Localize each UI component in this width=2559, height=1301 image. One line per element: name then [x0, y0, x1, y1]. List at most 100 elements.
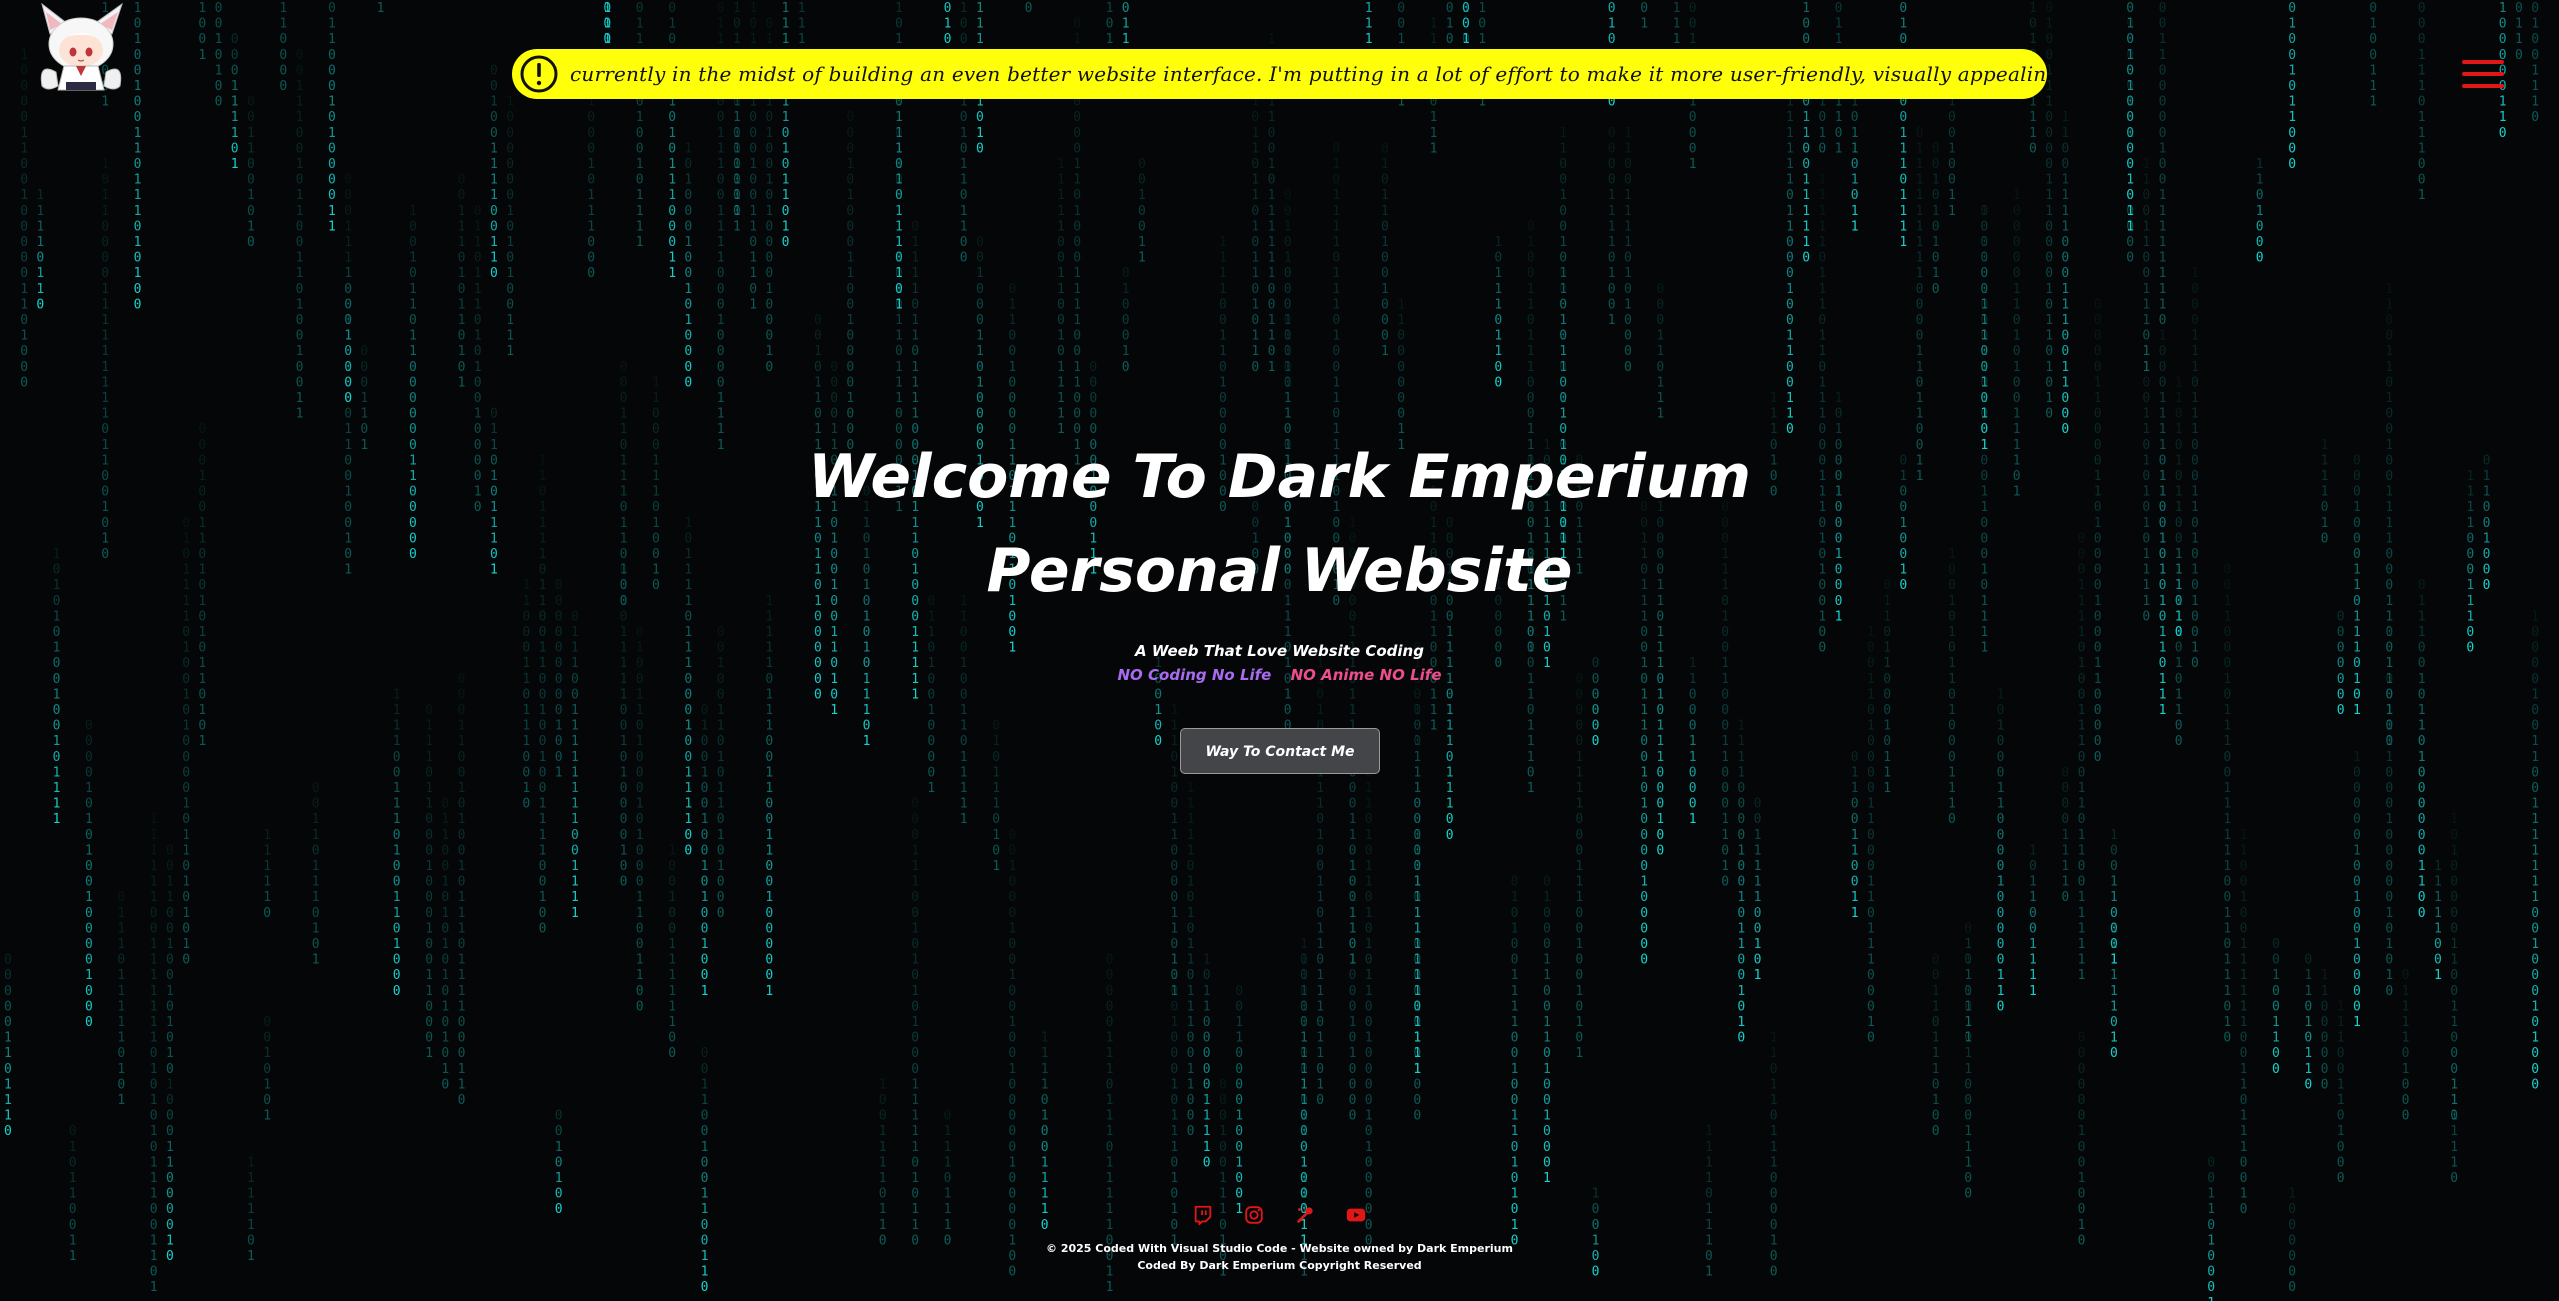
matrix-glyph: 0	[20, 110, 28, 125]
osu-icon[interactable]	[1294, 1204, 1316, 1226]
matrix-glyph: 1	[1365, 859, 1373, 874]
matrix-glyph: 0	[425, 765, 433, 780]
matrix-glyph: 0	[2142, 266, 2150, 281]
matrix-glyph: 1	[2418, 141, 2426, 156]
matrix-glyph: 1	[1187, 875, 1195, 890]
matrix-glyph: 1	[911, 687, 919, 702]
matrix-glyph: 0	[2223, 765, 2231, 780]
matrix-glyph: 0	[69, 1155, 77, 1170]
matrix-glyph: 0	[2078, 687, 2086, 702]
matrix-glyph: 1	[539, 828, 547, 843]
matrix-glyph: 1	[2126, 95, 2134, 110]
matrix-glyph: 0	[2061, 797, 2069, 812]
matrix-glyph: 0	[1462, 32, 1470, 47]
matrix-glyph: 0	[2078, 1140, 2086, 1155]
matrix-glyph: 1	[1721, 734, 1729, 749]
matrix-glyph: 0	[1575, 812, 1583, 827]
matrix-glyph: 0	[296, 173, 304, 188]
matrix-glyph: 0	[20, 157, 28, 172]
matrix-glyph: 0	[1365, 1124, 1373, 1139]
matrix-glyph: 0	[620, 703, 628, 718]
matrix-glyph: 1	[36, 204, 44, 219]
matrix-glyph: 1	[1284, 251, 1292, 266]
matrix-glyph: 1	[717, 719, 725, 734]
matrix-glyph: 0	[1980, 219, 1988, 234]
matrix-glyph: 0	[1057, 344, 1065, 359]
anime-fox-girl-logo[interactable]	[36, 2, 126, 98]
matrix-glyph: 0	[2353, 875, 2361, 890]
matrix-glyph: 0	[425, 1031, 433, 1046]
matrix-glyph: 1	[701, 890, 709, 905]
matrix-glyph: 1	[879, 1155, 887, 1170]
matrix-glyph: 0	[992, 812, 1000, 827]
matrix-glyph: 1	[1673, 1, 1681, 16]
matrix-glyph: 1	[2013, 329, 2021, 344]
matrix-glyph: 1	[2531, 687, 2539, 702]
contact-me-button[interactable]: Way To Contact Me	[1180, 728, 1380, 774]
matrix-glyph: 1	[1932, 173, 1940, 188]
youtube-icon[interactable]	[1345, 1204, 1367, 1226]
matrix-glyph: 1	[2142, 344, 2150, 359]
matrix-glyph: 1	[846, 157, 854, 172]
matrix-glyph: 0	[328, 63, 336, 78]
matrix-glyph: 1	[1187, 843, 1195, 858]
matrix-glyph: 1	[2450, 1077, 2458, 1092]
matrix-glyph: 1	[1624, 126, 1632, 141]
matrix-glyph: 1	[1073, 157, 1081, 172]
matrix-glyph: 0	[2094, 344, 2102, 359]
matrix-glyph: 1	[1737, 937, 1745, 952]
matrix-glyph: 0	[1187, 1031, 1195, 1046]
matrix-glyph: 1	[1543, 890, 1551, 905]
twitch-icon[interactable]	[1192, 1204, 1214, 1226]
matrix-glyph: 0	[20, 266, 28, 281]
matrix-glyph: 0	[1381, 173, 1389, 188]
matrix-glyph: 0	[1770, 1171, 1778, 1186]
matrix-glyph: 1	[1932, 1031, 1940, 1046]
matrix-glyph: 1	[571, 875, 579, 890]
matrix-glyph: 1	[2045, 313, 2053, 328]
matrix-glyph: 0	[733, 188, 741, 203]
matrix-glyph: 0	[1867, 703, 1875, 718]
matrix-glyph: 1	[2159, 48, 2167, 63]
matrix-glyph: 1	[2531, 890, 2539, 905]
matrix-glyph: 0	[2337, 1171, 2345, 1186]
matrix-glyph: 1	[198, 703, 206, 718]
matrix-glyph: 1	[863, 703, 871, 718]
matrix-glyph: 1	[182, 797, 190, 812]
matrix-glyph: 1	[911, 266, 919, 281]
matrix-glyph: 0	[1640, 843, 1648, 858]
matrix-glyph: 0	[1997, 828, 2005, 843]
matrix-glyph: 1	[911, 875, 919, 890]
matrix-glyph: 1	[1381, 157, 1389, 172]
hamburger-menu-icon[interactable]	[2462, 60, 2504, 90]
matrix-glyph: 0	[2450, 906, 2458, 921]
matrix-glyph: 0	[1170, 859, 1178, 874]
matrix-glyph: 1	[976, 344, 984, 359]
matrix-glyph: 0	[247, 157, 255, 172]
matrix-glyph: 0	[1608, 32, 1616, 47]
matrix-glyph: 1	[1494, 344, 1502, 359]
matrix-glyph: 0	[2094, 703, 2102, 718]
matrix-glyph: 1	[927, 703, 935, 718]
matrix-glyph: 1	[1187, 1077, 1195, 1092]
matrix-glyph: 0	[166, 953, 174, 968]
matrix-glyph: 1	[2159, 266, 2167, 281]
matrix-glyph: 1	[1235, 1155, 1243, 1170]
matrix-glyph: 1	[1349, 687, 1357, 702]
matrix-glyph: 0	[53, 719, 61, 734]
matrix-glyph: 0	[2353, 797, 2361, 812]
matrix-glyph: 0	[895, 126, 903, 141]
matrix-glyph: 0	[1170, 781, 1178, 796]
matrix-glyph: 1	[2159, 703, 2167, 718]
matrix-glyph: 0	[765, 110, 773, 125]
matrix-glyph: 0	[1365, 1187, 1373, 1202]
matrix-glyph: 1	[1964, 1015, 1972, 1030]
matrix-glyph: 0	[2240, 1155, 2248, 1170]
instagram-icon[interactable]	[1243, 1204, 1265, 1226]
matrix-glyph: 0	[1462, 17, 1470, 32]
matrix-glyph: 1	[1640, 765, 1648, 780]
matrix-glyph: 1	[2272, 968, 2280, 983]
matrix-glyph: 1	[1170, 734, 1178, 749]
matrix-glyph: 0	[1964, 1187, 1972, 1202]
matrix-glyph: 0	[1349, 1062, 1357, 1077]
